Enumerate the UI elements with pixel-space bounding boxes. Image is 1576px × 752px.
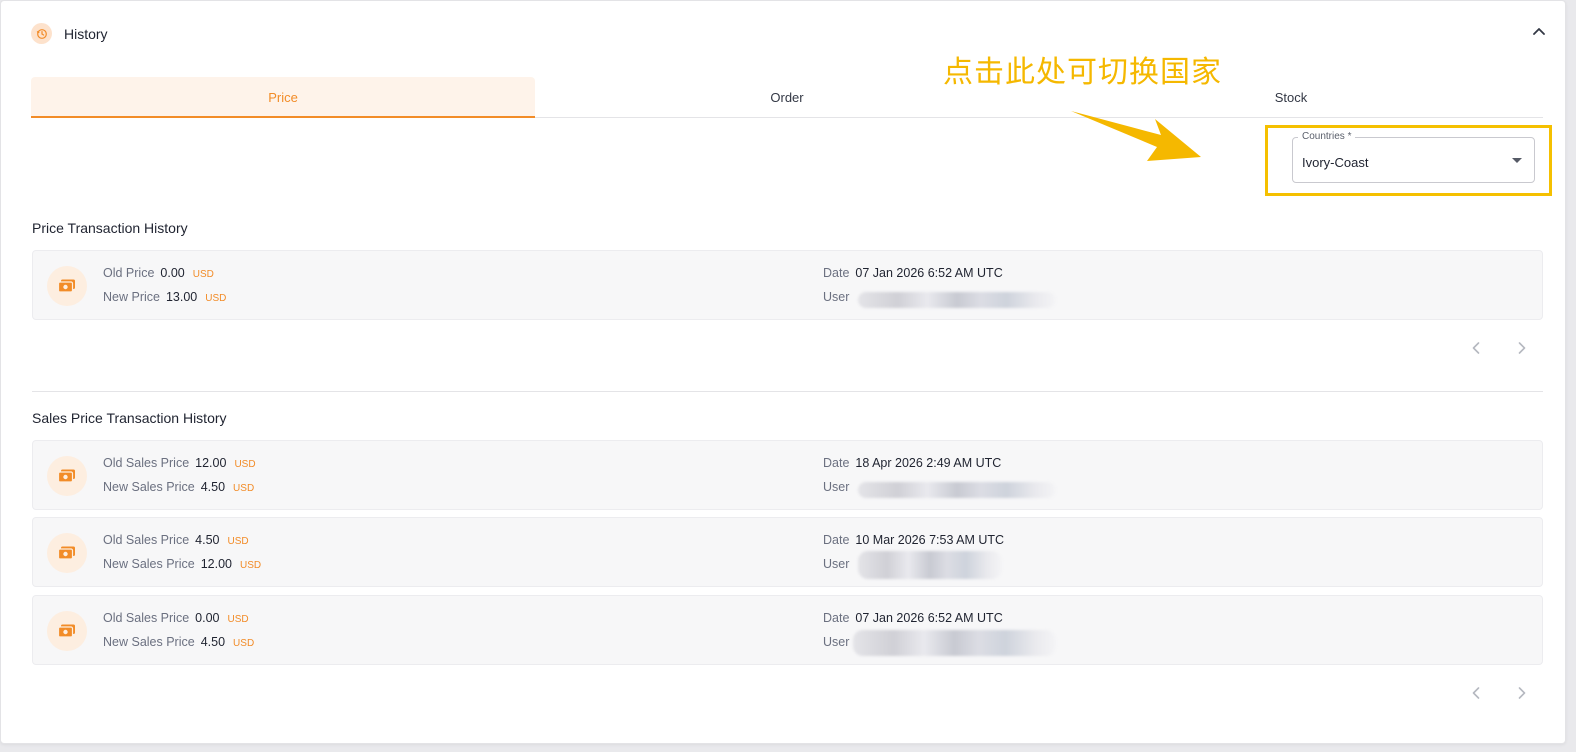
old-sales-price-currency: USD: [234, 459, 256, 470]
price-history-title: Price Transaction History: [32, 220, 188, 236]
price-history-row: Old Price 0.00 USD New Price 13.00 USD D…: [32, 250, 1543, 320]
money-icon: [47, 611, 87, 651]
new-sales-price-currency: USD: [233, 483, 255, 494]
old-sales-price-currency: USD: [227, 536, 249, 547]
history-card: History Price Order Stock 点击此处可切换国家 Coun…: [0, 0, 1566, 744]
date-label: Date: [823, 456, 850, 470]
tab-price-label: Price: [268, 89, 298, 105]
user-value-redacted: [858, 551, 1002, 579]
new-sales-price-label: New Sales Price: [103, 635, 195, 649]
price-history-pager: [1469, 341, 1529, 355]
next-page-button[interactable]: [1515, 686, 1529, 700]
date-label: Date: [823, 611, 850, 625]
chevron-left-icon: [1472, 342, 1480, 354]
chevron-left-icon: [1472, 687, 1480, 699]
countries-select-label: Countries *: [1298, 131, 1356, 142]
new-price-value: 13.00: [165, 290, 198, 304]
new-sales-price-label: New Sales Price: [103, 480, 195, 494]
new-sales-price-value: 4.50: [200, 480, 226, 494]
annotation-text: 点击此处可切换国家: [943, 55, 1222, 90]
date-value: 10 Mar 2026 7:53 AM UTC: [855, 533, 1005, 547]
section-divider: [32, 391, 1543, 392]
old-sales-price-value: 12.00: [195, 456, 227, 470]
new-sales-price-label: New Sales Price: [103, 557, 195, 571]
money-icon: [47, 266, 87, 306]
history-icon: [31, 23, 52, 44]
user-label: User: [823, 480, 850, 494]
user-label: User: [823, 290, 850, 304]
sales-history-row: Old Sales Price 0.00 USD New Sales Price…: [32, 595, 1543, 665]
new-sales-price-value: 4.50: [200, 635, 226, 649]
user-value-redacted: [858, 292, 1056, 308]
old-sales-price-currency: USD: [227, 614, 249, 625]
prev-page-button[interactable]: [1469, 686, 1483, 700]
collapse-button[interactable]: [1529, 21, 1549, 41]
chevron-up-icon: [1533, 28, 1545, 35]
old-price-currency: USD: [192, 269, 214, 280]
old-sales-price-value: 0.00: [195, 611, 220, 625]
old-sales-price-label: Old Sales Price: [103, 533, 190, 547]
new-price-label: New Price: [103, 290, 160, 304]
history-tabs: Price Order Stock: [31, 77, 1543, 118]
history-title: History: [64, 25, 108, 42]
date-label: Date: [823, 266, 850, 280]
new-sales-price-currency: USD: [239, 560, 262, 571]
caret-down-icon: [1512, 158, 1522, 163]
date-value: 07 Jan 2026 6:52 AM UTC: [855, 266, 1003, 280]
annotation-arrow-icon: [1071, 111, 1201, 161]
user-value-redacted: [853, 630, 1056, 656]
next-page-button[interactable]: [1515, 341, 1529, 355]
sales-price-history-title: Sales Price Transaction History: [32, 410, 227, 426]
old-price-label: Old Price: [103, 266, 155, 280]
old-price-value: 0.00: [160, 266, 185, 280]
old-sales-price-label: Old Sales Price: [103, 611, 190, 625]
sales-history-pager: [1469, 686, 1529, 700]
history-header: History: [31, 23, 108, 44]
money-icon: [47, 456, 87, 496]
money-icon: [47, 533, 87, 573]
tab-order-label: Order: [770, 89, 804, 105]
tab-stock-label: Stock: [1274, 89, 1308, 105]
sales-history-row: Old Sales Price 4.50 USD New Sales Price…: [32, 517, 1543, 587]
tab-price[interactable]: Price: [31, 77, 535, 118]
date-value: 07 Jan 2026 6:52 AM UTC: [855, 611, 1003, 625]
user-label: User: [823, 635, 850, 649]
countries-select-value: Ivory-Coast: [1302, 155, 1369, 170]
old-sales-price-label: Old Sales Price: [103, 456, 190, 470]
old-sales-price-value: 4.50: [195, 533, 220, 547]
new-sales-price-currency: USD: [233, 638, 255, 649]
chevron-right-icon: [1518, 342, 1526, 354]
user-value-redacted: [858, 482, 1056, 498]
prev-page-button[interactable]: [1469, 341, 1483, 355]
countries-select[interactable]: Countries * Ivory-Coast: [1292, 131, 1535, 183]
new-price-currency: USD: [205, 293, 227, 304]
chevron-right-icon: [1518, 687, 1526, 699]
sales-history-row: Old Sales Price 12.00 USD New Sales Pric…: [32, 440, 1543, 510]
user-label: User: [823, 557, 850, 571]
date-label: Date: [823, 533, 850, 547]
new-sales-price-value: 12.00: [200, 557, 232, 571]
date-value: 18 Apr 2026 2:49 AM UTC: [855, 456, 1002, 470]
